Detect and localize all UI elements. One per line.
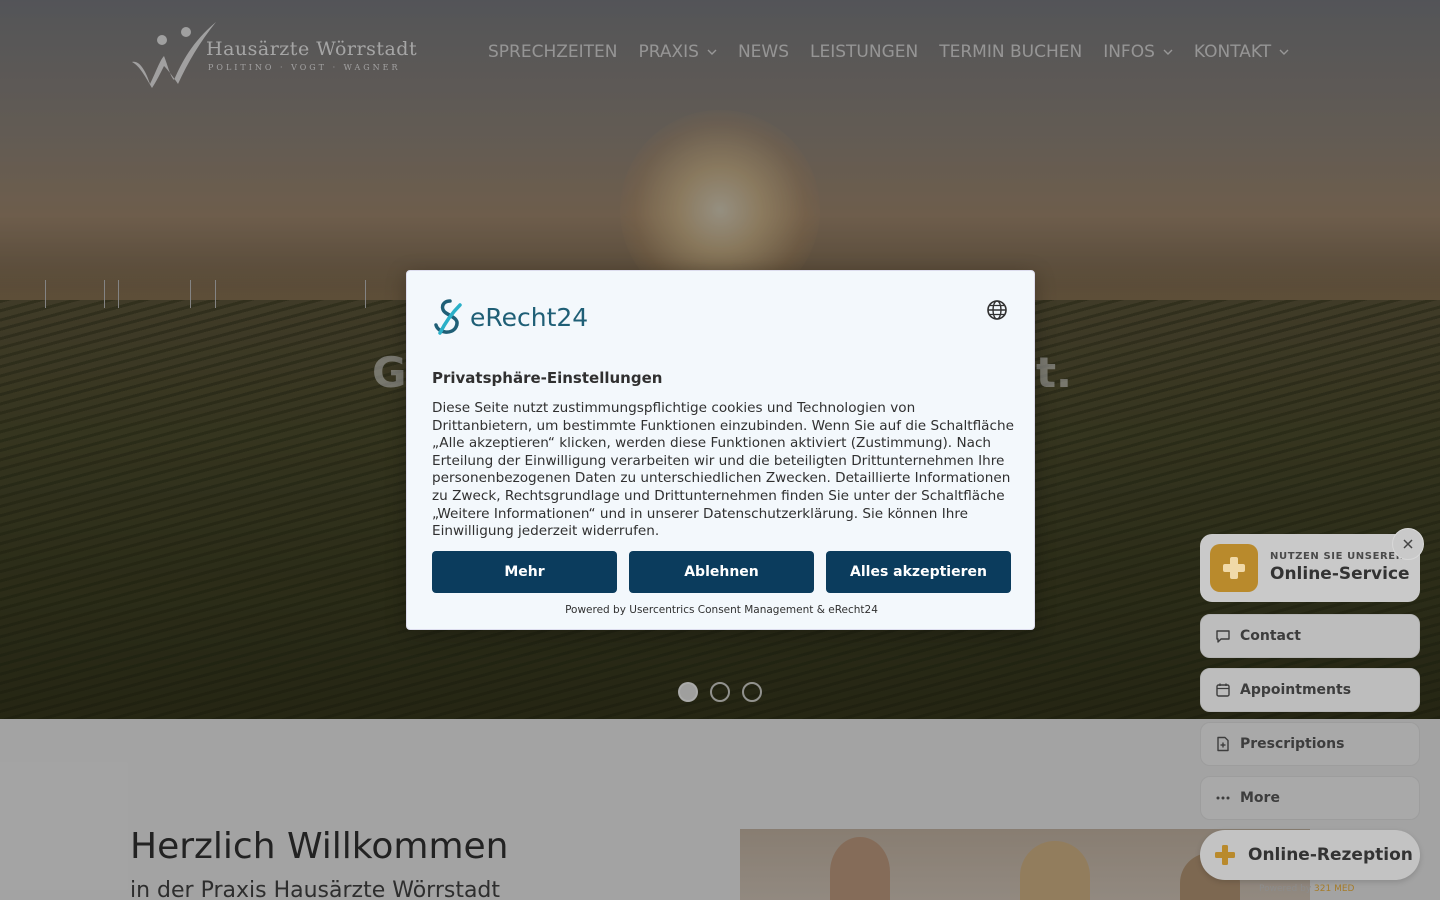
online-service-kicker: NUTZEN SIE UNSEREN <box>1270 551 1405 562</box>
online-service-logo <box>1210 544 1258 592</box>
contact-button[interactable]: Contact <box>1200 614 1420 658</box>
accept-all-button[interactable]: Alles akzeptieren <box>826 551 1011 593</box>
consent-dialog: eRecht24 Privatsphäre-Einstellungen Dies… <box>406 270 1035 630</box>
plus-cross-icon <box>1215 845 1235 865</box>
prescriptions-button[interactable]: Prescriptions <box>1200 722 1420 766</box>
prescription-icon <box>1217 736 1229 752</box>
online-service-close-button[interactable] <box>1392 528 1424 560</box>
consent-actions: Mehr Ablehnen Alles akzeptieren <box>432 551 1011 593</box>
online-rezeption-button[interactable]: Online-Rezeption <box>1200 830 1420 880</box>
more-dots-icon <box>1216 796 1230 800</box>
globe-icon <box>987 300 1007 320</box>
chat-bubble-icon <box>1216 630 1230 643</box>
online-service-title: Online-Service <box>1270 564 1410 584</box>
consent-description: Diese Seite nutzt zustimmungspflichtige … <box>432 400 1014 540</box>
erecht24-logo-icon <box>434 299 462 335</box>
erecht24-logo: eRecht24 <box>432 297 588 337</box>
consent-title: Privatsphäre-Einstellungen <box>432 369 663 387</box>
online-service-card[interactable]: NUTZEN SIE UNSEREN Online-Service <box>1200 534 1420 602</box>
plus-cross-icon <box>1223 557 1245 579</box>
consent-powered-by: Powered by Usercentrics Consent Manageme… <box>565 604 878 616</box>
deny-button[interactable]: Ablehnen <box>629 551 814 593</box>
close-icon <box>1403 539 1413 549</box>
more-services-button[interactable]: More <box>1200 776 1420 820</box>
calendar-icon <box>1216 683 1230 697</box>
online-service-powered-by: Powered by 321 MED <box>1259 884 1355 894</box>
language-button[interactable] <box>986 299 1008 321</box>
erecht24-wordmark: eRecht24 <box>470 302 589 332</box>
more-button[interactable]: Mehr <box>432 551 617 593</box>
appointments-button[interactable]: Appointments <box>1200 668 1420 712</box>
